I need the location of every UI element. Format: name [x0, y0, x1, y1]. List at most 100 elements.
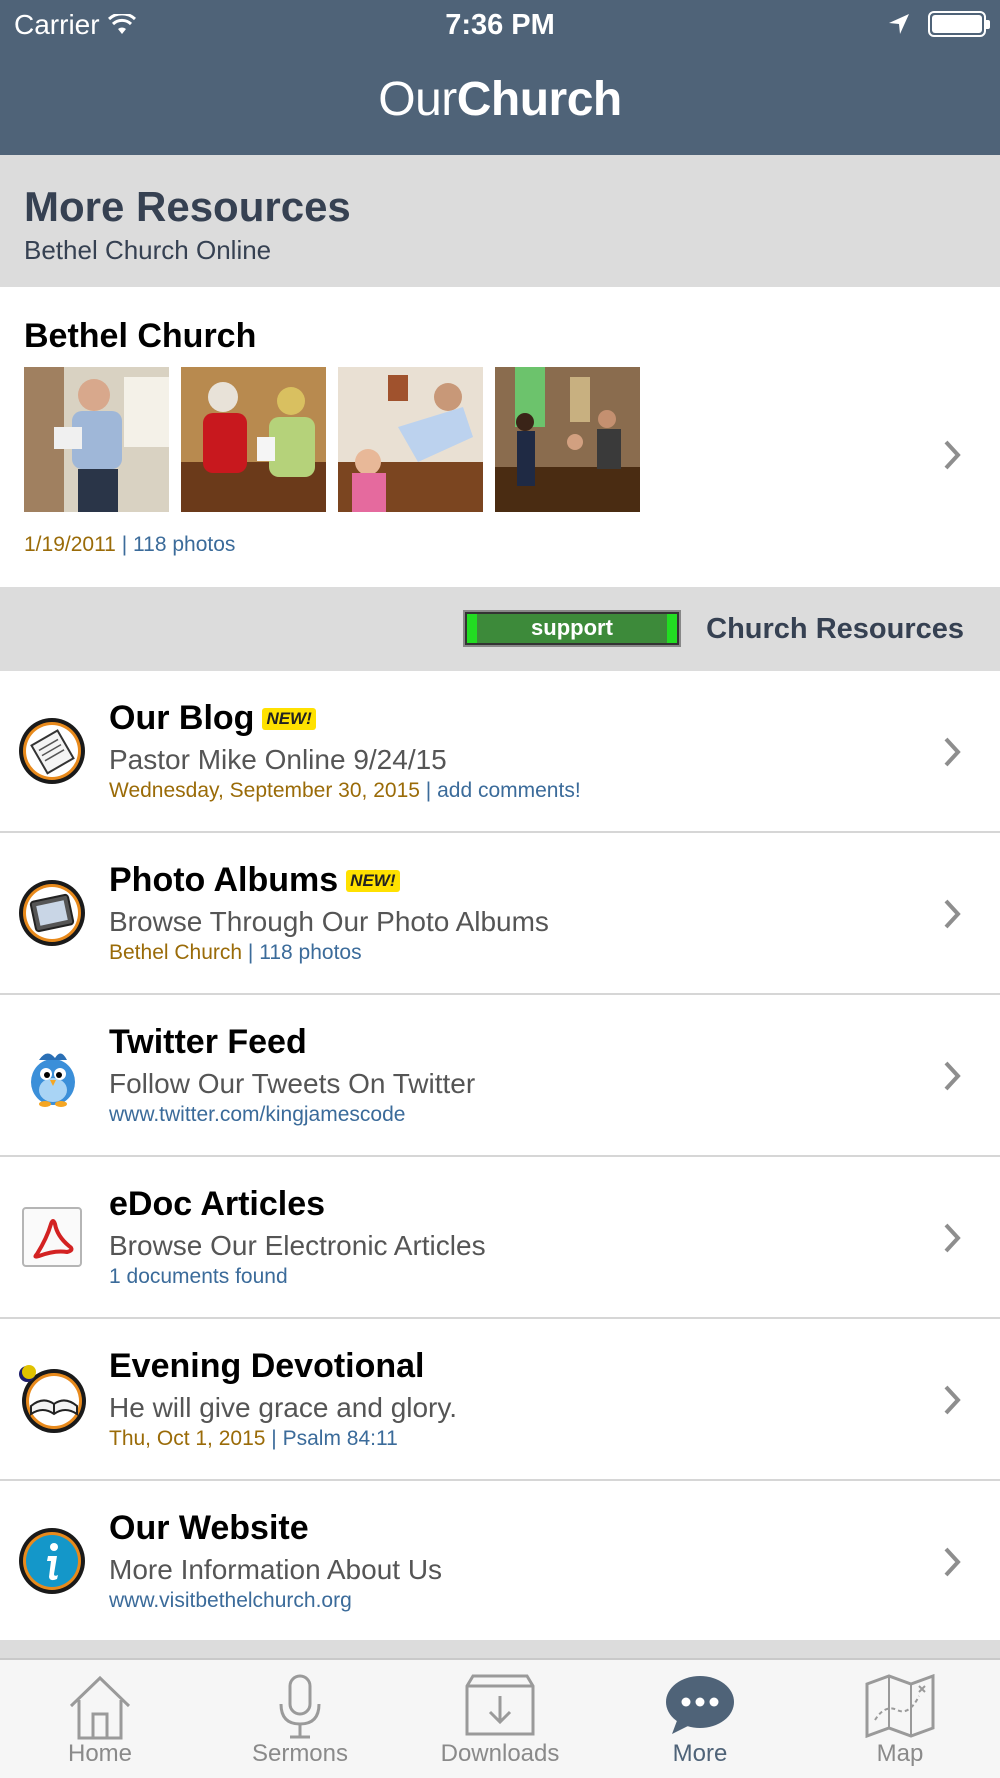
- album-title: Bethel Church: [24, 317, 257, 355]
- item-title-text: Photo Albums: [109, 861, 339, 899]
- microphone-icon: [279, 1674, 321, 1739]
- album-card[interactable]: Bethel Church 1/19/2011 | 118 photos: [0, 287, 1000, 587]
- chevron-right-icon: [944, 1385, 961, 1415]
- map-icon: [865, 1674, 935, 1738]
- meta-separator: |: [121, 533, 128, 556]
- tab-bar: Home Sermons Downloads More Map: [0, 1658, 1000, 1778]
- resources-label: Church Resources: [706, 613, 964, 645]
- twitter-bird-icon: [31, 1053, 75, 1107]
- list-item-our-website[interactable]: Our Website More Information About Us ww…: [0, 1481, 1000, 1643]
- battery-icon: [928, 11, 990, 37]
- page-title: More Resources: [24, 183, 351, 230]
- item-description: He will give grace and glory.: [109, 1392, 458, 1423]
- item-meta-count[interactable]: 1 documents found: [109, 1265, 288, 1288]
- tab-label: Map: [876, 1740, 924, 1767]
- tab-sermons[interactable]: Sermons: [200, 1660, 400, 1778]
- tab-more[interactable]: More: [600, 1660, 800, 1778]
- item-meta-date: Thu, Oct 1, 2015: [109, 1427, 266, 1450]
- item-description: Browse Through Our Photo Albums: [109, 906, 549, 937]
- info-icon: [19, 1528, 85, 1594]
- photo-frame-icon: [19, 880, 85, 946]
- tab-map[interactable]: Map: [800, 1660, 1000, 1778]
- support-button[interactable]: support: [463, 610, 681, 647]
- tab-label: Sermons: [251, 1740, 349, 1767]
- item-meta-link[interactable]: add comments!: [437, 779, 581, 802]
- list-item-photo-albums[interactable]: Photo Albums NEW! Browse Through Our Pho…: [0, 833, 1000, 995]
- album-photo[interactable]: [338, 367, 483, 512]
- item-meta: 1 documents found: [109, 1265, 288, 1289]
- section-header: More Resources Bethel Church Online: [0, 155, 1000, 287]
- list-item-edoc-articles[interactable]: eDoc Articles Browse Our Electronic Arti…: [0, 1157, 1000, 1319]
- item-title-text: eDoc Articles: [109, 1185, 326, 1223]
- chevron-right-icon: [944, 1061, 961, 1091]
- brand-light: Our: [378, 73, 457, 126]
- album-photo[interactable]: [181, 367, 326, 512]
- chevron-right-icon: [944, 1223, 961, 1253]
- item-meta: Wednesday, September 30, 2015 | add comm…: [109, 779, 581, 803]
- tab-home[interactable]: Home: [0, 1660, 200, 1778]
- item-meta-reference[interactable]: Psalm 84:11: [283, 1427, 398, 1450]
- item-meta-link[interactable]: www.visitbethelchurch.org: [109, 1589, 352, 1612]
- chevron-right-icon: [944, 899, 961, 929]
- item-meta-count[interactable]: 118 photos: [259, 941, 361, 964]
- item-meta-date: Wednesday, September 30, 2015: [109, 779, 420, 802]
- item-title: Our Website: [109, 1509, 309, 1548]
- tab-downloads[interactable]: Downloads: [400, 1660, 600, 1778]
- album-photo[interactable]: [24, 367, 169, 512]
- new-badge: NEW!: [262, 707, 316, 730]
- item-meta: www.visitbethelchurch.org: [109, 1589, 352, 1613]
- meta-separator: |: [271, 1427, 277, 1450]
- item-title-text: Twitter Feed: [109, 1023, 307, 1061]
- chat-bubble-icon: [666, 1676, 734, 1734]
- item-meta-link[interactable]: www.twitter.com/kingjamescode: [109, 1103, 405, 1126]
- item-meta-album: Bethel Church: [109, 941, 243, 964]
- resources-bar: support Church Resources: [0, 587, 1000, 671]
- meta-separator: |: [247, 941, 254, 964]
- list-item-our-blog[interactable]: Our Blog NEW! Pastor Mike Online 9/24/15…: [0, 671, 1000, 833]
- list-item-twitter-feed[interactable]: Twitter Feed Follow Our Tweets On Twitte…: [0, 995, 1000, 1157]
- item-title-text: Our Website: [109, 1509, 309, 1547]
- app-brand: OurChurch: [0, 72, 1000, 127]
- pdf-document-icon: [22, 1207, 82, 1267]
- open-bible-icon: [19, 1365, 86, 1433]
- album-date: 1/19/2011: [24, 533, 116, 556]
- item-meta: www.twitter.com/kingjamescode: [109, 1103, 405, 1127]
- top-bar: Carrier 7:36 PM OurChurch: [0, 0, 1000, 155]
- resource-list: Our Blog NEW! Pastor Mike Online 9/24/15…: [0, 671, 1000, 1643]
- status-time: 7:36 PM: [445, 9, 555, 41]
- new-badge: NEW!: [346, 869, 400, 892]
- item-title: Photo Albums NEW!: [109, 861, 400, 900]
- home-icon: [69, 1675, 131, 1740]
- album-photo[interactable]: [495, 367, 640, 512]
- chevron-right-icon: [944, 440, 961, 470]
- tab-label: Home: [67, 1740, 133, 1767]
- download-box-icon: [465, 1674, 535, 1736]
- tab-label: More: [672, 1740, 728, 1767]
- item-title-text: Evening Devotional: [109, 1347, 425, 1385]
- item-description: Follow Our Tweets On Twitter: [109, 1068, 476, 1099]
- chevron-right-icon: [944, 737, 961, 767]
- tab-label: Downloads: [440, 1740, 560, 1767]
- status-bar: Carrier 7:36 PM: [0, 0, 1000, 50]
- location-arrow-icon: [889, 14, 909, 34]
- item-meta: Bethel Church | 118 photos: [109, 941, 362, 965]
- item-description: Browse Our Electronic Articles: [109, 1230, 486, 1261]
- support-label: support: [467, 614, 677, 643]
- item-meta: Thu, Oct 1, 2015 | Psalm 84:11: [109, 1427, 398, 1451]
- chevron-right-icon: [944, 1547, 961, 1577]
- item-title: eDoc Articles: [109, 1185, 325, 1224]
- album-meta: 1/19/2011 | 118 photos: [24, 533, 235, 557]
- item-title: Twitter Feed: [109, 1023, 307, 1062]
- page-subtitle: Bethel Church Online: [24, 235, 272, 265]
- list-item-evening-devotional[interactable]: Evening Devotional He will give grace an…: [0, 1319, 1000, 1481]
- item-title-text: Our Blog: [109, 699, 255, 737]
- brand-bold: Church: [456, 73, 623, 126]
- item-title: Our Blog NEW!: [109, 699, 316, 738]
- item-description: Pastor Mike Online 9/24/15: [109, 744, 447, 775]
- album-count: 118 photos: [133, 533, 236, 556]
- item-description: More Information About Us: [109, 1554, 443, 1585]
- album-thumbnails: [24, 367, 640, 512]
- list-footer-divider: [0, 1640, 1000, 1658]
- meta-separator: |: [425, 779, 432, 802]
- item-title: Evening Devotional: [109, 1347, 425, 1386]
